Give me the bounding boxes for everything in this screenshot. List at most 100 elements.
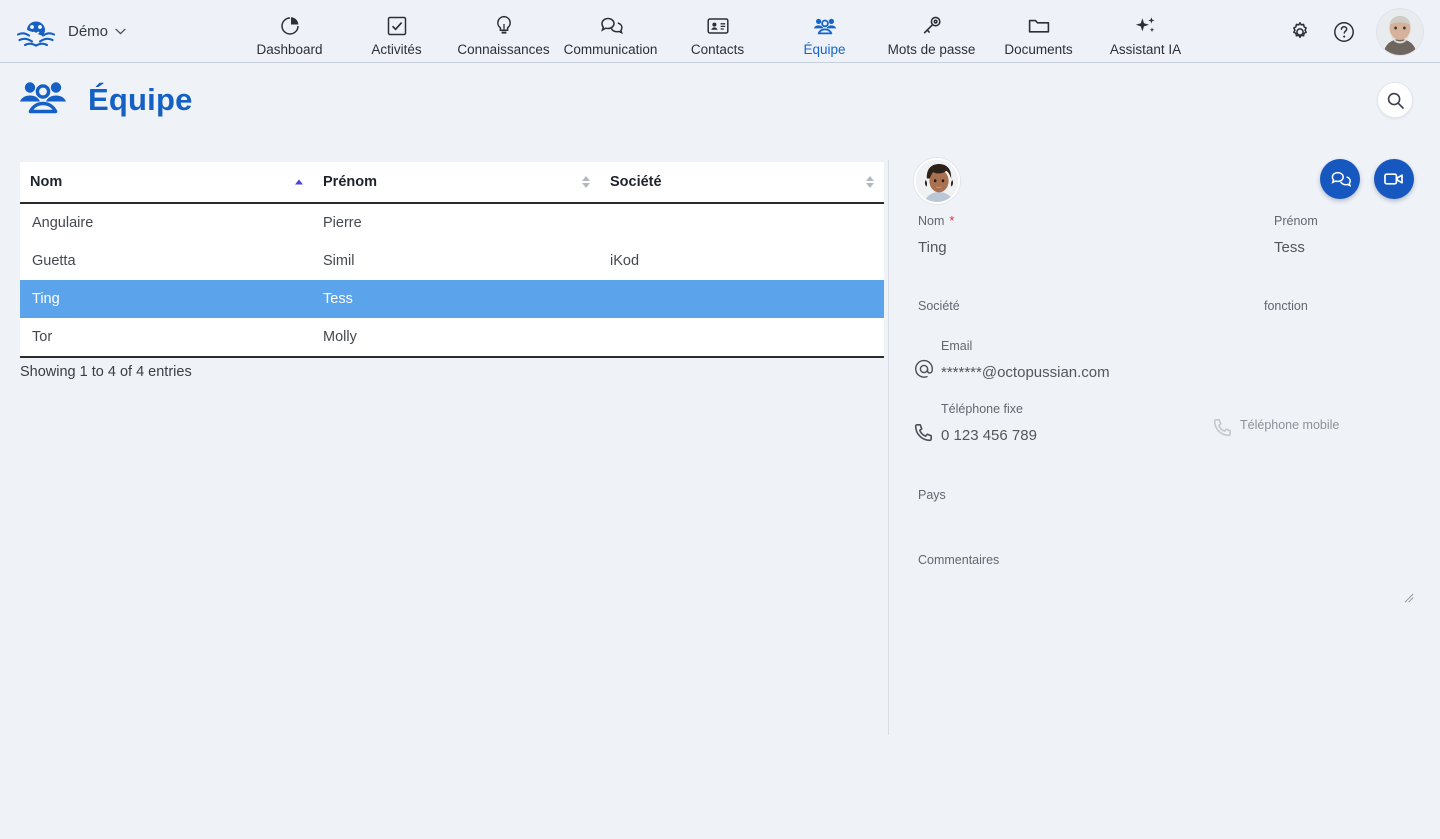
sparkles-icon	[1134, 14, 1158, 38]
nav-item-dashboard[interactable]: Dashboard	[236, 0, 343, 63]
tenant-label: Démo	[68, 22, 109, 40]
main-nav: Dashboard Activités Connaissances Commun…	[236, 0, 1199, 63]
cell-societe	[600, 203, 884, 242]
field-value: Tess	[1274, 239, 1305, 256]
id-card-icon	[706, 14, 730, 38]
cell-nom: Tor	[20, 318, 313, 358]
people-group-icon	[813, 14, 837, 38]
top-navigation-bar: Démo Dashboard Activités Connaissances C…	[0, 0, 1440, 63]
sort-ascending-icon	[295, 179, 303, 185]
table-row-selected[interactable]: Ting Tess	[20, 280, 884, 318]
field-fonction[interactable]: fonction	[1264, 298, 1414, 322]
cell-societe: iKod	[600, 242, 884, 280]
field-email[interactable]: Email *******@octopussian.com	[913, 338, 1253, 384]
panel-divider	[888, 160, 889, 735]
at-sign-icon	[913, 338, 941, 380]
contact-photo[interactable]	[914, 158, 960, 204]
gear-icon[interactable]	[1288, 20, 1312, 44]
field-commentaires[interactable]: Commentaires	[918, 552, 1414, 576]
key-icon	[920, 14, 944, 38]
phone-icon	[913, 401, 941, 443]
field-value: *******@octopussian.com	[941, 364, 1110, 381]
chat-button[interactable]	[1320, 159, 1360, 199]
cell-prenom: Molly	[313, 318, 600, 358]
chat-bubbles-icon	[1330, 171, 1351, 187]
field-telephone-fixe[interactable]: Téléphone fixe 0 123 456 789	[913, 401, 1253, 447]
people-group-icon	[19, 78, 67, 121]
textarea-resize-handle[interactable]	[1404, 590, 1414, 603]
column-label: Prénom	[323, 174, 377, 190]
nav-label: Dashboard	[256, 42, 323, 57]
column-header-societe[interactable]: Société	[600, 162, 884, 204]
nav-item-mots-de-passe[interactable]: Mots de passe	[878, 0, 985, 63]
field-label: Téléphone fixe	[941, 402, 1024, 416]
sort-none-icon	[866, 176, 874, 188]
cell-societe	[600, 318, 884, 358]
field-label: fonction	[1264, 299, 1308, 313]
chat-bubbles-icon	[599, 14, 623, 38]
chevron-down-icon	[115, 28, 126, 34]
folder-icon	[1027, 14, 1051, 38]
nav-item-connaissances[interactable]: Connaissances	[450, 0, 557, 63]
table-entries-info: Showing 1 to 4 of 4 entries	[20, 364, 192, 380]
nav-label: Connaissances	[457, 42, 550, 57]
nav-item-activites[interactable]: Activités	[343, 0, 450, 63]
sort-none-icon	[582, 176, 590, 188]
question-circle-icon[interactable]	[1332, 20, 1356, 44]
contact-actions	[1320, 159, 1414, 199]
required-marker: *	[949, 213, 955, 228]
octopus-logo-icon[interactable]	[14, 13, 58, 49]
search-button[interactable]	[1377, 82, 1413, 118]
field-prenom[interactable]: Prénom Tess	[1274, 213, 1424, 259]
cell-prenom: Pierre	[313, 203, 600, 242]
field-societe[interactable]: Société	[918, 298, 1248, 322]
table-header-row: Nom Prénom Société	[20, 162, 884, 204]
field-telephone-mobile[interactable]: Téléphone mobile	[1212, 416, 1422, 442]
field-nom[interactable]: Nom * Ting	[918, 213, 1248, 259]
cell-societe	[600, 280, 884, 318]
field-label: Téléphone mobile	[1240, 418, 1340, 432]
cell-prenom: Tess	[313, 280, 600, 318]
nav-label: Mots de passe	[887, 42, 976, 57]
cell-nom: Angulaire	[20, 203, 313, 242]
cell-nom: Ting	[20, 280, 313, 318]
column-header-nom[interactable]: Nom	[20, 162, 313, 204]
search-icon	[1387, 92, 1404, 109]
table-row[interactable]: Tor Molly	[20, 318, 884, 358]
nav-item-equipe[interactable]: Équipe	[771, 0, 878, 63]
page-title: Équipe	[88, 81, 193, 117]
nav-label: Contacts	[690, 42, 745, 57]
lightbulb-icon	[493, 14, 515, 38]
pie-chart-icon	[278, 14, 302, 38]
nav-item-contacts[interactable]: Contacts	[664, 0, 771, 63]
nav-item-communication[interactable]: Communication	[557, 0, 664, 63]
brand-area: Démo	[14, 13, 126, 49]
table-row[interactable]: Guetta Simil iKod	[20, 242, 884, 280]
check-square-icon	[386, 14, 408, 38]
page-header: Équipe	[0, 63, 1440, 136]
nav-item-assistant-ia[interactable]: Assistant IA	[1092, 0, 1199, 63]
topbar-actions	[1288, 0, 1424, 63]
column-label: Nom	[30, 174, 63, 190]
nav-label: Documents	[1004, 42, 1073, 57]
field-value: Ting	[918, 239, 947, 256]
field-label: Société	[918, 299, 960, 313]
column-header-prenom[interactable]: Prénom	[313, 162, 600, 204]
field-label: Prénom	[1274, 214, 1318, 228]
field-label: Commentaires	[918, 553, 1000, 567]
phone-icon	[1212, 416, 1240, 438]
tenant-selector[interactable]: Démo	[68, 23, 126, 40]
column-label: Société	[610, 174, 662, 190]
video-button[interactable]	[1374, 159, 1414, 199]
cell-prenom: Simil	[313, 242, 600, 280]
nav-label: Activités	[371, 42, 422, 57]
field-value: 0 123 456 789	[941, 427, 1037, 444]
field-pays[interactable]: Pays	[918, 487, 1248, 511]
cell-nom: Guetta	[20, 242, 313, 280]
nav-label: Communication	[563, 42, 658, 57]
table-row[interactable]: Angulaire Pierre	[20, 203, 884, 242]
field-label: Email	[941, 339, 973, 353]
nav-label: Équipe	[803, 42, 846, 57]
avatar[interactable]	[1376, 7, 1424, 56]
nav-item-documents[interactable]: Documents	[985, 0, 1092, 63]
